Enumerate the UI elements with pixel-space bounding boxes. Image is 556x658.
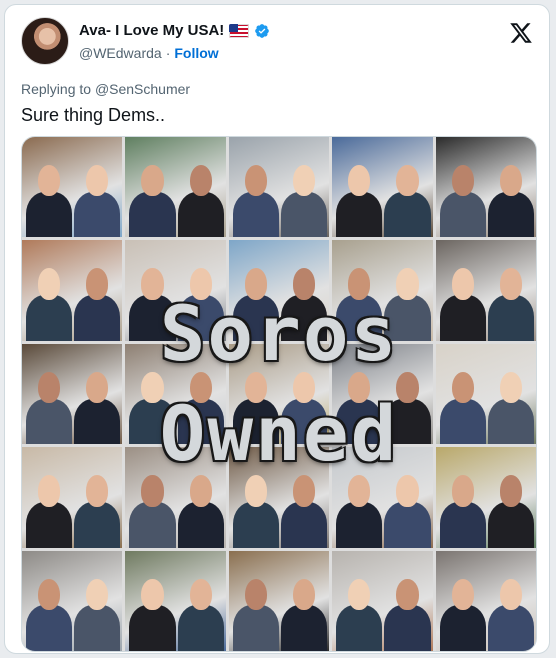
collage-photo [228,550,330,651]
collage-photo [228,343,330,445]
collage-photo [22,550,123,651]
collage-photo [125,447,226,548]
collage-photo [22,447,123,548]
collage-photo [332,550,433,651]
replying-to-line: Replying to @SenSchumer [21,81,190,97]
tweet-header: Ava- I Love My USA! @WEdwarda · Follow [21,17,533,69]
collage-photo [125,550,226,651]
collage-photo [125,343,226,445]
author-handle[interactable]: @WEdwarda [79,45,162,61]
collage-photo [125,240,226,341]
tweet-text: Sure thing Dems.. [21,105,166,125]
collage-photo [332,240,433,341]
collage-photo [228,240,330,341]
collage-photo [332,343,433,445]
follow-button[interactable]: Follow [174,45,218,61]
us-flag-icon [229,23,250,38]
collage-photo [22,137,123,238]
photo-collage-grid [22,137,536,651]
collage-photo [435,550,536,651]
replying-to-mention[interactable]: @SenSchumer [95,81,190,97]
author-handle-row: @WEdwarda · Follow [79,45,219,61]
collage-photo [228,137,330,238]
collage-photo [435,137,536,238]
verified-badge-icon [255,23,270,38]
collage-photo [435,447,536,548]
author-name[interactable]: Ava- I Love My USA! [79,22,224,39]
tweet-media-image[interactable]: Soros Owned [21,136,537,652]
author-avatar[interactable] [21,17,69,65]
x-logo-icon[interactable] [509,21,533,45]
replying-prefix: Replying to [21,81,95,97]
collage-photo [228,447,330,548]
collage-photo [435,343,536,445]
collage-photo [435,240,536,341]
collage-photo [332,447,433,548]
collage-photo [22,240,123,341]
tweet-card: Ava- I Love My USA! @WEdwarda · Follow R… [4,4,550,654]
collage-photo [125,137,226,238]
collage-photo [22,343,123,445]
separator-dot: · [165,45,171,61]
author-name-row: Ava- I Love My USA! [79,22,270,39]
collage-photo [332,137,433,238]
